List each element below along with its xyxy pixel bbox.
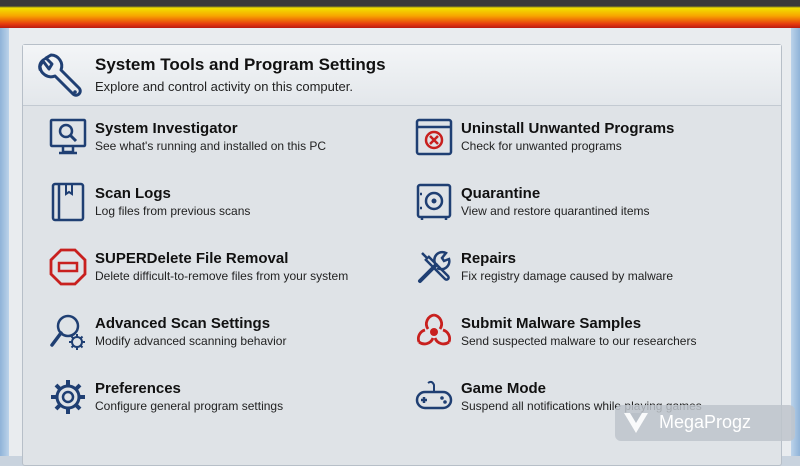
window-right-edge	[791, 28, 800, 456]
tools-icon	[418, 250, 451, 283]
tool-title: SUPERDelete File Removal	[95, 250, 289, 267]
tool-description: Configure general program settings	[95, 399, 284, 413]
tool-title: Uninstall Unwanted Programs	[461, 120, 675, 137]
tool-title: Preferences	[95, 380, 181, 397]
tool-description: Send suspected malware to our researcher…	[461, 334, 697, 348]
biohazard-icon	[417, 313, 451, 346]
tool-description: Delete difficult-to-remove files from yo…	[95, 269, 349, 283]
tool-description: See what's running and installed on this…	[95, 139, 327, 153]
tool-preferences[interactable]: Preferences Configure general program se…	[48, 377, 368, 427]
tool-title: Advanced Scan Settings	[95, 315, 271, 332]
vault-icon	[416, 183, 452, 220]
panel-header: System Tools and Program Settings Explor…	[23, 45, 781, 106]
page-title: System Tools and Program Settings	[95, 55, 386, 74]
tool-uninstall-programs[interactable]: Uninstall Unwanted Programs Check for un…	[414, 117, 744, 167]
monitor-magnifier-icon	[49, 118, 87, 155]
tool-title: Game Mode	[461, 380, 547, 397]
tool-scan-logs[interactable]: Scan Logs Log files from previous scans	[48, 182, 368, 232]
log-book-icon	[51, 182, 85, 222]
tool-quarantine[interactable]: Quarantine View and restore quarantined …	[414, 182, 744, 232]
tool-submit-malware-samples[interactable]: Submit Malware Samples Send suspected ma…	[414, 312, 744, 362]
tool-description: View and restore quarantined items	[461, 204, 650, 218]
gamepad-icon	[415, 380, 453, 410]
stop-sign-icon	[49, 248, 87, 286]
page-subtitle: Explore and control activity on this com…	[95, 79, 353, 94]
tool-title: Repairs	[461, 250, 517, 267]
gear-icon	[51, 380, 85, 414]
tool-title: Quarantine	[461, 185, 541, 202]
wrench-icon	[38, 53, 82, 97]
tool-description: Fix registry damage caused by malware	[461, 269, 674, 283]
tool-advanced-scan-settings[interactable]: Advanced Scan Settings Modify advanced s…	[48, 312, 368, 362]
tool-description: Modify advanced scanning behavior	[95, 334, 287, 348]
tool-description: Check for unwanted programs	[461, 139, 622, 153]
watermark: MegaProgz	[615, 405, 795, 441]
window-title-bar	[0, 0, 800, 28]
tool-repairs[interactable]: Repairs Fix registry damage caused by ma…	[414, 247, 744, 297]
window-left-edge	[0, 28, 9, 456]
tool-superdelete[interactable]: SUPERDelete File Removal Delete difficul…	[48, 247, 388, 297]
tool-title: Submit Malware Samples	[461, 315, 642, 332]
tool-description: Log files from previous scans	[95, 204, 251, 218]
system-tools-panel: System Tools and Program Settings Explor…	[22, 44, 782, 466]
uninstall-window-icon	[415, 118, 453, 156]
tool-title: System Investigator	[95, 120, 238, 137]
magnifier-gear-icon	[50, 314, 85, 350]
tool-system-investigator[interactable]: System Investigator See what's running a…	[48, 117, 368, 167]
watermark-logo-icon	[624, 413, 648, 433]
tool-title: Scan Logs	[95, 185, 171, 202]
watermark-text: MegaProgz	[659, 412, 752, 432]
